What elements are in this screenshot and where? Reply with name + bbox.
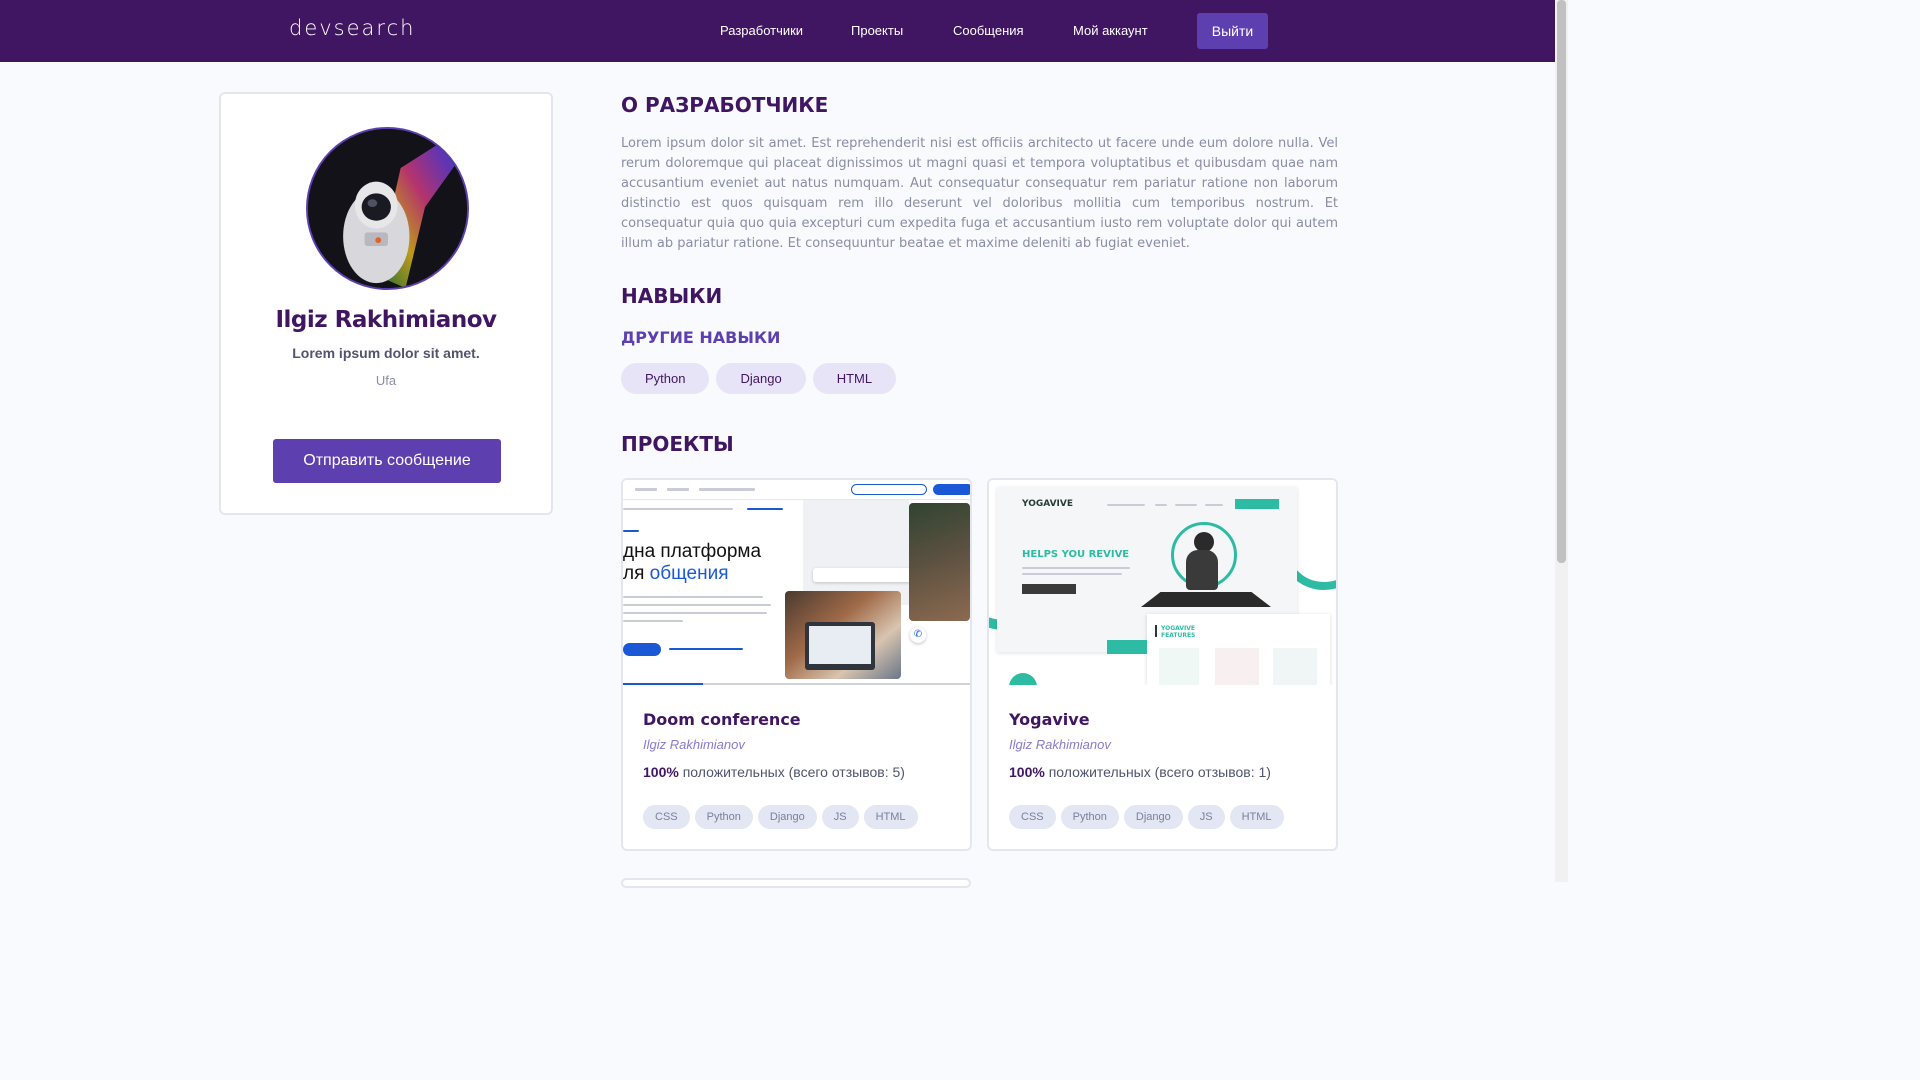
thumb-text-line [623,604,771,606]
thumb-text-line [623,508,733,510]
top-navbar: devsearch Разработчики Проекты Сообщения… [0,0,1555,62]
skill-tag: Python [621,363,710,394]
project-card-partial[interactable] [621,878,971,888]
thumb-divider [1155,625,1157,637]
thumb-text-line [699,488,755,491]
project-title[interactable]: Yogavive [1009,710,1090,729]
thumb-text-line [623,612,767,614]
thumb-panel [803,500,909,605]
devsearch-logo[interactable]: devsearch [289,16,415,40]
developer-profile-card: Ilgiz Rakhimianov Lorem ipsum dolor sit … [219,92,553,515]
project-author[interactable]: Ilgiz Rakhimianov [1009,737,1111,752]
thumb-text-line [623,596,763,598]
page-scrollbar-thumb[interactable] [1557,0,1566,563]
thumb-headline: дна платформа [623,541,762,562]
nav-developers[interactable]: Разработчики [720,23,803,38]
projects-title: ПРОЕКТЫ [621,432,734,456]
skills-title: НАВЫКИ [621,284,723,308]
project-thumbnail[interactable]: дна платформа ля общения ✆ [623,480,970,685]
thumb-figure-base [1141,592,1271,607]
project-title[interactable]: Doom conference [643,710,801,729]
thumb-text-line [623,530,639,532]
about-title: О РАЗРАБОТЧИКЕ [621,93,829,117]
skill-tag: Django [716,363,806,394]
project-tags: CSS Python Django JS HTML [643,805,918,829]
astronaut-avatar-image [308,129,467,288]
thumb-text-line [1022,573,1122,575]
thumb-primary-button [933,484,970,495]
project-tag: HTML [1229,805,1284,829]
thumb-progress-fill [623,683,703,685]
thumb-dark-button [1022,584,1076,594]
thumb-text-line [667,488,689,491]
thumb-text-line [747,508,783,510]
logout-button[interactable]: Выйти [1197,13,1268,49]
thumb-toolbar [813,568,911,582]
thumb-outline-button [851,484,927,495]
about-text: Lorem ipsum dolor sit amet. Est reprehen… [621,136,1338,251]
developer-name: Ilgiz Rakhimianov [275,307,497,333]
project-tag: JS [1187,805,1225,829]
developer-headline: Lorem ipsum dolor sit amet. [292,345,480,361]
project-votes: 100% положительных (всего отзывов: 5) [643,764,905,780]
project-votes: 100% положительных (всего отзывов: 1) [1009,764,1271,780]
skill-tag: HTML [812,363,897,394]
project-tag: CSS [1009,805,1056,829]
project-tag: Python [1060,805,1119,829]
send-message-button[interactable]: Отправить сообщение [273,439,501,483]
thumb-features-title: YOGAVIVE FEATURES [1161,625,1196,639]
project-tag: JS [821,805,859,829]
other-skills-title: ДРУГИЕ НАВЫКИ [621,328,781,347]
thumb-headline: ля общения [623,563,729,584]
thumb-text-line [1155,504,1167,506]
thumb-feature-tile [1159,648,1199,685]
thumb-laptop-screen [809,626,871,664]
project-author[interactable]: Ilgiz Rakhimianov [643,737,745,752]
thumb-text-line [635,488,657,491]
thumb-text-line [1175,504,1197,506]
project-thumbnail[interactable]: YOGAVIVE HELPS YOU REVIVE YOGAVIVE FEATU… [989,480,1336,685]
avatar [306,127,469,290]
thumb-feature-tile [1273,648,1317,685]
thumb-primary-button [1235,499,1279,509]
thumb-contact-button [1107,640,1147,654]
project-tag: Django [1123,805,1183,829]
project-tags: CSS Python Django JS HTML [1009,805,1284,829]
thumb-text-line [1205,504,1223,506]
project-tag: Python [694,805,753,829]
other-skills-list: Python Django HTML [621,363,897,394]
developer-location: Ufa [375,373,397,388]
nav-messages[interactable]: Сообщения [953,23,1024,38]
project-tag: Django [757,805,817,829]
thumb-feature-tile [1215,648,1259,685]
project-card[interactable]: дна платформа ля общения ✆ Doom conferen… [621,478,972,851]
thumb-text-line [669,648,743,650]
thumb-text-line [1107,504,1145,506]
thumb-headline: HELPS YOU REVIVE [1022,549,1130,560]
thumb-text-line [623,620,683,622]
project-tag: CSS [643,805,690,829]
thumb-photo [909,503,970,621]
project-card[interactable]: YOGAVIVE HELPS YOU REVIVE YOGAVIVE FEATU… [987,478,1338,851]
nav-projects[interactable]: Проекты [851,23,903,38]
thumb-figure-head [1194,532,1214,552]
thumb-brand: YOGAVIVE [1022,499,1074,509]
thumb-figure-body [1186,550,1218,590]
thumb-text-line [1022,567,1130,569]
nav-my-account[interactable]: Мой аккаунт [1073,23,1148,38]
project-tag: HTML [863,805,918,829]
phone-icon: ✆ [910,627,926,643]
thumb-primary-button [623,643,661,656]
